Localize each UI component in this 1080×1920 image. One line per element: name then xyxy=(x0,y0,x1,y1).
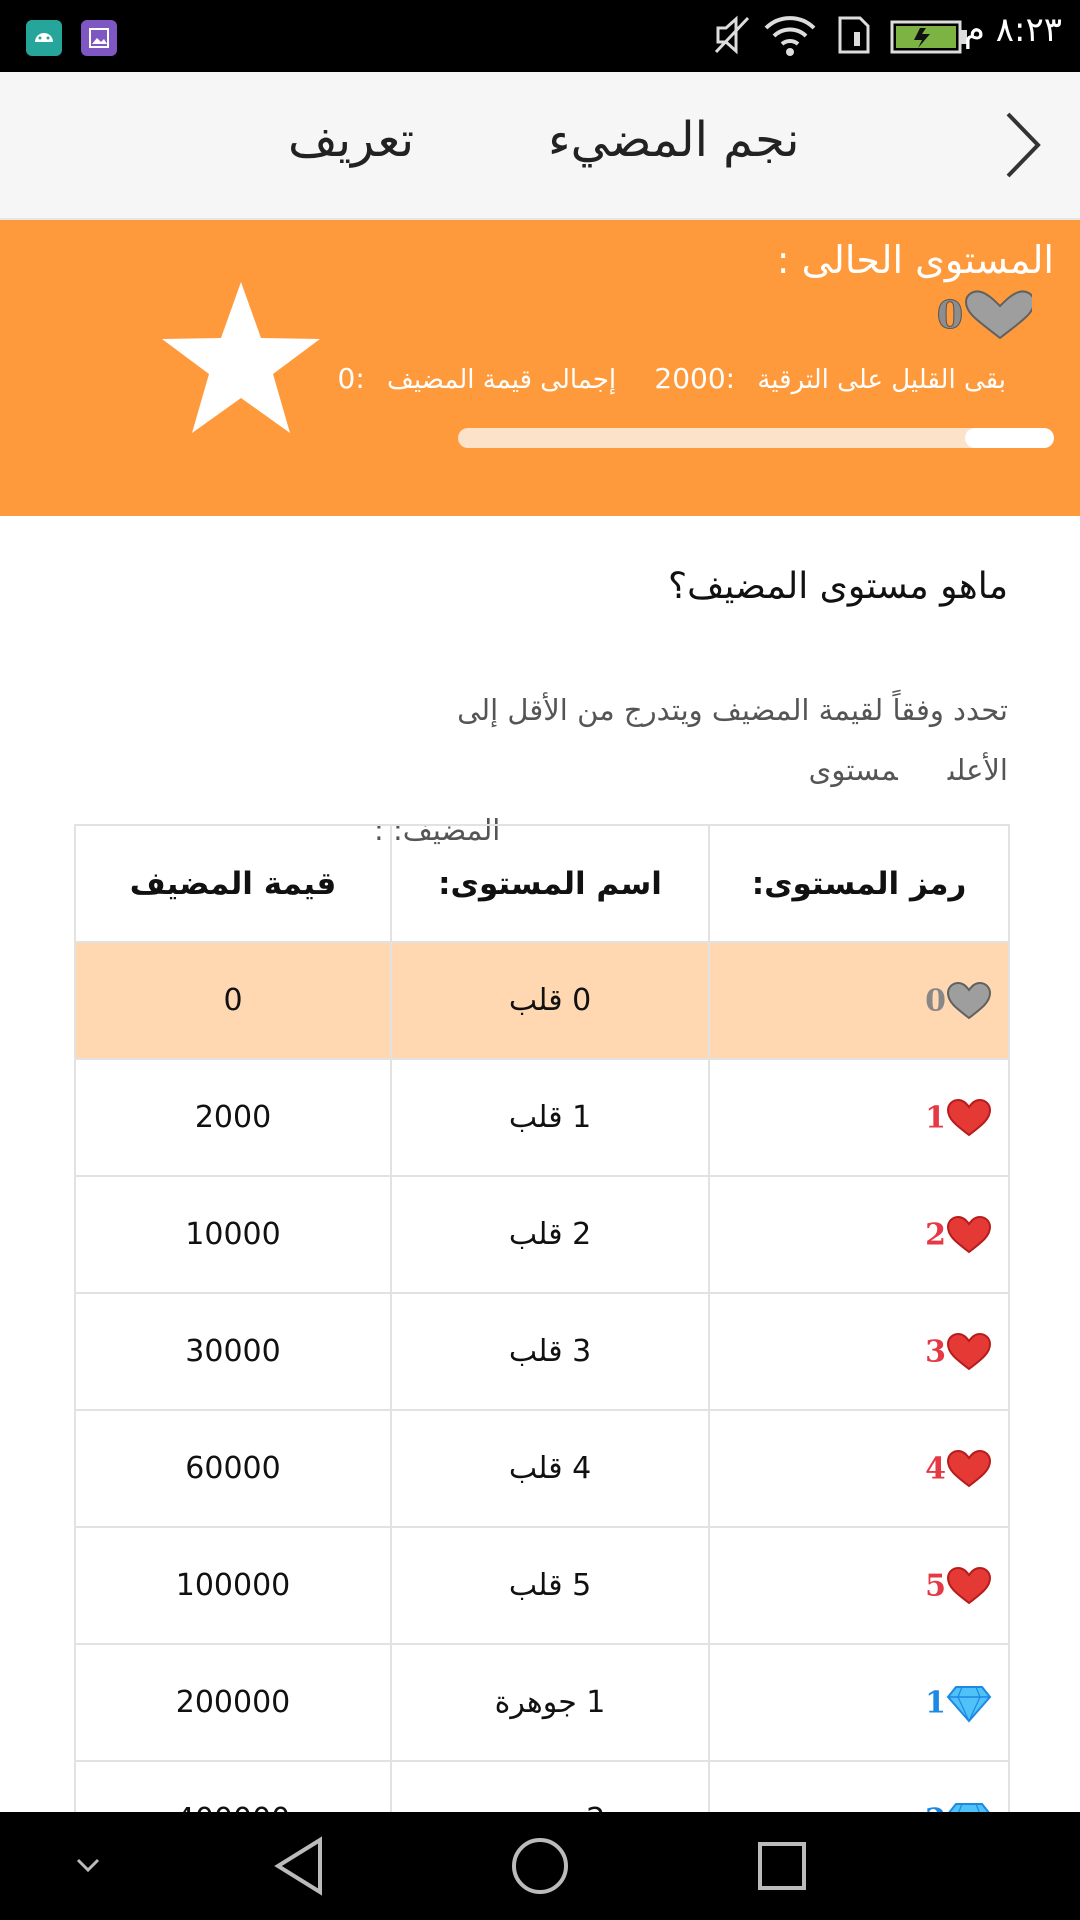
chevron-down-icon[interactable] xyxy=(70,1848,106,1888)
header-level-icon: رمز المستوى: xyxy=(708,824,1010,943)
upgrade-info: بقى القليل على الترقية :2000 إجمالى قيمة… xyxy=(337,362,1006,395)
host-value-cell: 2000 xyxy=(74,1058,392,1177)
heart-icon: 2 xyxy=(925,1215,992,1255)
level-badge-number: 5 xyxy=(925,1568,946,1603)
description-line-1: تحدد وفقاً لقيمة المضيف ويتدرج من الأقل … xyxy=(457,693,1008,787)
levels-table: رمز المستوى: اسم المستوى: قيمة المضيف 00… xyxy=(74,824,1010,1879)
host-value-cell: 200000 xyxy=(74,1643,392,1762)
wifi-icon xyxy=(762,12,818,62)
level-name-cell: 2 قلب xyxy=(390,1175,710,1294)
level-name-cell: 1 قلب xyxy=(390,1058,710,1177)
level-name-cell: 5 قلب xyxy=(390,1526,710,1645)
battery-charging-icon xyxy=(890,20,970,58)
host-value-cell: 60000 xyxy=(74,1409,392,1528)
host-value-cell: 10000 xyxy=(74,1175,392,1294)
level-badge-number: 3 xyxy=(925,1334,946,1369)
navigation-bar xyxy=(0,1812,1080,1920)
level-badge-number: 1 xyxy=(925,1100,946,1135)
current-level-badge: 0 xyxy=(932,288,1036,342)
title-bar: تعريف نجم المضيء xyxy=(0,72,1080,220)
level-name-cell: 3 قلب xyxy=(390,1292,710,1411)
header-host-value: قيمة المضيف xyxy=(74,824,392,943)
level-icon-cell: 0 xyxy=(708,941,1010,1060)
home-circle-icon[interactable] xyxy=(508,1834,572,1902)
level-name-cell: 4 قلب xyxy=(390,1409,710,1528)
level-badge-number: 1 xyxy=(925,1685,946,1720)
heart-icon: 5 xyxy=(925,1566,992,1606)
table-row: 00 قلب 0 xyxy=(74,941,1010,1060)
gallery-icon xyxy=(81,20,117,56)
host-value-cell: 30000 xyxy=(74,1292,392,1411)
level-name-cell: 0 قلب xyxy=(390,941,710,1060)
table-header-row: رمز المستوى: اسم المستوى: قيمة المضيف xyxy=(74,824,1010,943)
level-badge-number: 2 xyxy=(925,1217,946,1252)
back-triangle-icon[interactable] xyxy=(270,1834,330,1902)
header-level-name: اسم المستوى: xyxy=(390,824,710,943)
heart-icon: 4 xyxy=(925,1449,992,1489)
level-icon-cell: 4 xyxy=(708,1409,1010,1528)
mute-icon xyxy=(710,12,754,62)
star-icon xyxy=(158,278,324,438)
level-icon-cell: 2 xyxy=(708,1175,1010,1294)
table-row: 3 3 قلب 30000 xyxy=(74,1292,1010,1411)
total-value: :0 xyxy=(337,362,365,395)
grey-heart-icon: 0 xyxy=(925,981,992,1021)
total-label: إجمالى قيمة المضيف xyxy=(387,365,617,395)
tab-active[interactable]: نجم المضيء xyxy=(548,112,799,168)
android-debug-icon xyxy=(26,20,62,56)
level-badge-number: 0 xyxy=(925,983,946,1018)
heart-icon: 1 xyxy=(925,1098,992,1138)
level-icon-cell: 3 xyxy=(708,1292,1010,1411)
chevron-right-icon[interactable] xyxy=(990,110,1060,180)
host-value-cell: 100000 xyxy=(74,1526,392,1645)
current-level-number: 0 xyxy=(937,292,963,337)
table-row: 4 4 قلب 60000 xyxy=(74,1409,1010,1528)
level-icon-cell: 5 xyxy=(708,1526,1010,1645)
table-row: 1 1 قلب 2000 xyxy=(74,1058,1010,1177)
table-row: 2 2 قلب 10000 xyxy=(74,1175,1010,1294)
sim-icon xyxy=(834,12,874,62)
upgrade-progress-fill xyxy=(964,428,1054,448)
table-row: 5 5 قلب 100000 xyxy=(74,1526,1010,1645)
clock: ٨:٢٣ م xyxy=(963,10,1062,50)
remaining-value: :2000 xyxy=(654,362,736,395)
heart-icon: 3 xyxy=(925,1332,992,1372)
diamond-icon: 1 xyxy=(925,1683,992,1723)
section-title: ماهو مستوى المضيف؟ xyxy=(668,566,1008,607)
level-badge-number: 4 xyxy=(925,1451,946,1486)
remaining-label: بقى القليل على الترقية xyxy=(757,365,1006,395)
description-line-1-tail: مستوى xyxy=(808,753,898,787)
level-name-cell: 1 جوهرة xyxy=(390,1643,710,1762)
recents-square-icon[interactable] xyxy=(752,1834,812,1902)
current-level-label: المستوى الحالى : xyxy=(776,238,1054,282)
level-icon-cell: 1 xyxy=(708,1643,1010,1762)
host-value-cell: 0 xyxy=(74,941,392,1060)
upgrade-progress-bar xyxy=(458,428,1054,448)
status-bar: ٨:٢٣ م xyxy=(0,0,1080,72)
table-row: 1 1 جوهرة 200000 xyxy=(74,1643,1010,1762)
tab-next[interactable]: تعريف xyxy=(288,112,414,168)
level-icon-cell: 1 xyxy=(708,1058,1010,1177)
